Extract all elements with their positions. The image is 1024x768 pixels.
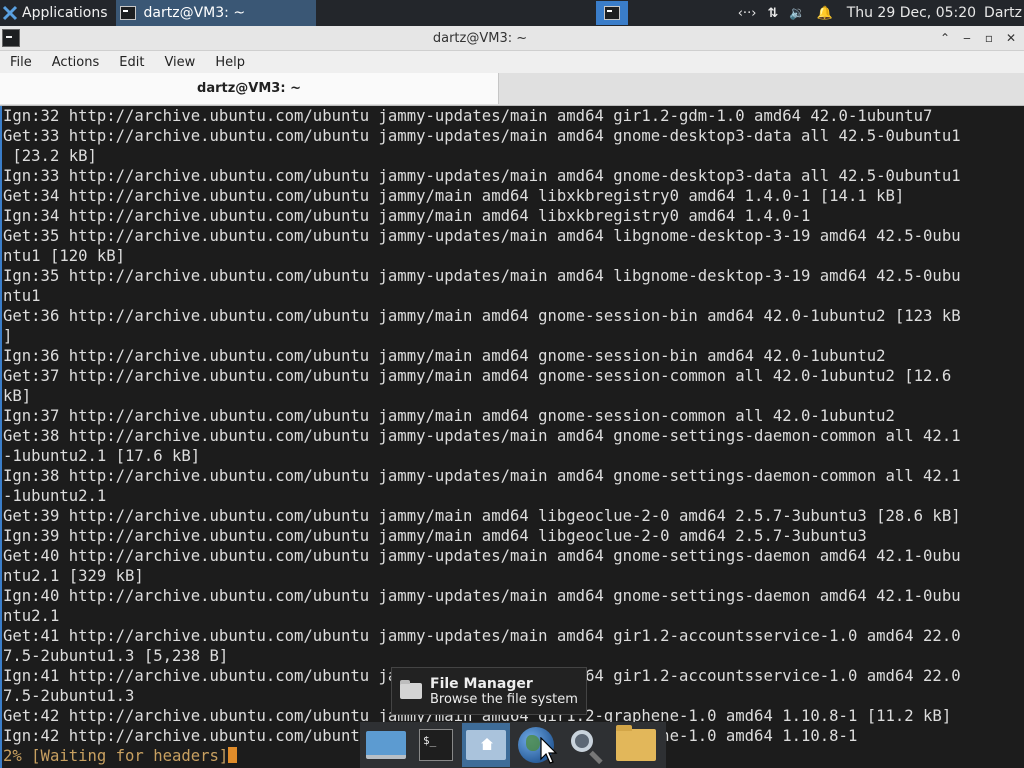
- user-menu[interactable]: Dartz: [984, 5, 1022, 21]
- workspace-switcher[interactable]: [595, 1, 628, 25]
- terminal-line: Ign:35 http://archive.ubuntu.com/ubuntu …: [3, 267, 961, 285]
- home-folder-launcher[interactable]: [462, 723, 510, 767]
- terminal-line: Ign:33 http://archive.ubuntu.com/ubuntu …: [3, 167, 961, 185]
- terminal-icon: $_: [419, 729, 453, 761]
- file-manager-tooltip: File Manager Browse the file system: [391, 667, 587, 715]
- clock[interactable]: Thu 29 Dec, 05:20: [847, 5, 976, 21]
- applications-label: Applications: [22, 5, 108, 21]
- xfce-logo-icon: [2, 5, 18, 21]
- notification-bell-icon[interactable]: 🔔: [817, 6, 833, 21]
- top-panel: Applications dartz@VM3: ~ ‹··› ⇅ 🔉 🔔 Thu…: [0, 0, 1024, 26]
- progress-text: 2% [Waiting for headers]: [3, 747, 229, 765]
- terminal-line: ntu1: [3, 287, 41, 305]
- close-button[interactable]: ✕: [1006, 31, 1016, 45]
- terminal-line: Get:36 http://archive.ubuntu.com/ubuntu …: [3, 307, 961, 325]
- terminal-line: Ign:32 http://archive.ubuntu.com/ubuntu …: [3, 107, 933, 125]
- terminal-line: Get:38 http://archive.ubuntu.com/ubuntu …: [3, 427, 961, 445]
- taskbar-label: dartz@VM3: ~: [143, 5, 246, 21]
- terminal-line: 7.5-2ubuntu1.3 [5,238 B]: [3, 647, 229, 665]
- menu-bar: File Actions Edit View Help: [0, 51, 1024, 73]
- terminal-line: Get:37 http://archive.ubuntu.com/ubuntu …: [3, 367, 952, 385]
- volume-icon[interactable]: 🔉: [789, 6, 805, 21]
- terminal-line: -1ubuntu2.1 [17.6 kB]: [3, 447, 201, 465]
- menu-help[interactable]: Help: [205, 55, 255, 70]
- terminal-line: Ign:37 http://archive.ubuntu.com/ubuntu …: [3, 407, 895, 425]
- terminal-line: Get:39 http://archive.ubuntu.com/ubuntu …: [3, 507, 961, 525]
- terminal-line: Get:33 http://archive.ubuntu.com/ubuntu …: [3, 127, 961, 145]
- window-title: dartz@VM3: ~: [432, 30, 528, 46]
- terminal-line: Ign:34 http://archive.ubuntu.com/ubuntu …: [3, 207, 811, 225]
- applications-menu-button[interactable]: Applications: [0, 0, 112, 26]
- file-manager-icon: [400, 680, 422, 699]
- tooltip-title: File Manager: [430, 675, 533, 692]
- terminal-line: Get:41 http://archive.ubuntu.com/ubuntu …: [3, 627, 961, 645]
- terminal-icon: [119, 6, 136, 20]
- terminal-line: Ign:40 http://archive.ubuntu.com/ubuntu …: [3, 587, 961, 605]
- terminal-line: Ign:36 http://archive.ubuntu.com/ubuntu …: [3, 347, 886, 365]
- terminal-cursor: [228, 747, 238, 763]
- minimize-button[interactable]: ‒: [962, 31, 972, 45]
- tab-bar: dartz@VM3: ~: [0, 73, 1024, 106]
- files-icon: [616, 725, 656, 761]
- tab-terminal[interactable]: dartz@VM3: ~: [0, 73, 499, 104]
- shade-window-button[interactable]: ⌃: [940, 31, 950, 45]
- transfer-icon[interactable]: ⇅: [767, 6, 778, 21]
- terminal-line: ntu2.1: [3, 607, 60, 625]
- mouse-pointer-icon: [540, 737, 558, 764]
- terminal-line: Get:35 http://archive.ubuntu.com/ubuntu …: [3, 227, 961, 245]
- terminal-line: ntu1 [120 kB]: [3, 247, 126, 265]
- terminal-launcher[interactable]: $_: [412, 723, 460, 767]
- menu-view[interactable]: View: [154, 55, 205, 70]
- terminal-line: [23.2 kB]: [3, 147, 97, 165]
- taskbar-terminal-button[interactable]: dartz@VM3: ~: [115, 0, 316, 26]
- menu-file[interactable]: File: [0, 55, 42, 70]
- terminal-line: Get:40 http://archive.ubuntu.com/ubuntu …: [3, 547, 961, 565]
- window-titlebar[interactable]: dartz@VM3: ~ ⌃ ‒ ▫ ✕: [0, 26, 1024, 51]
- terminal-line: -1ubuntu2.1: [3, 487, 107, 505]
- terminal-line: ntu2.1 [329 kB]: [3, 567, 144, 585]
- menu-edit[interactable]: Edit: [109, 55, 154, 70]
- system-tray: ‹··› ⇅ 🔉 🔔: [738, 6, 833, 21]
- dock: $_: [360, 722, 666, 768]
- terminal-line: kB]: [3, 387, 32, 405]
- menu-actions[interactable]: Actions: [42, 55, 110, 70]
- window-terminal-icon[interactable]: [2, 29, 20, 47]
- network-arrows-icon[interactable]: ‹··›: [738, 6, 757, 21]
- show-desktop-icon: [366, 731, 406, 759]
- terminal-line: Ign:39 http://archive.ubuntu.com/ubuntu …: [3, 527, 867, 545]
- tooltip-subtitle: Browse the file system: [430, 691, 578, 707]
- terminal-line: Ign:38 http://archive.ubuntu.com/ubuntu …: [3, 467, 961, 485]
- files-launcher[interactable]: [612, 723, 660, 767]
- terminal-line: ]: [3, 327, 13, 345]
- app-finder-icon: [571, 730, 593, 752]
- home-folder-icon: [466, 730, 506, 760]
- terminal-line: Get:34 http://archive.ubuntu.com/ubuntu …: [3, 187, 905, 205]
- window-controls: ⌃ ‒ ▫ ✕: [940, 31, 1016, 45]
- app-finder-launcher[interactable]: [562, 723, 610, 767]
- workspace-terminal-icon: [603, 6, 620, 20]
- maximize-button[interactable]: ▫: [984, 31, 994, 45]
- show-desktop-button[interactable]: [362, 723, 410, 767]
